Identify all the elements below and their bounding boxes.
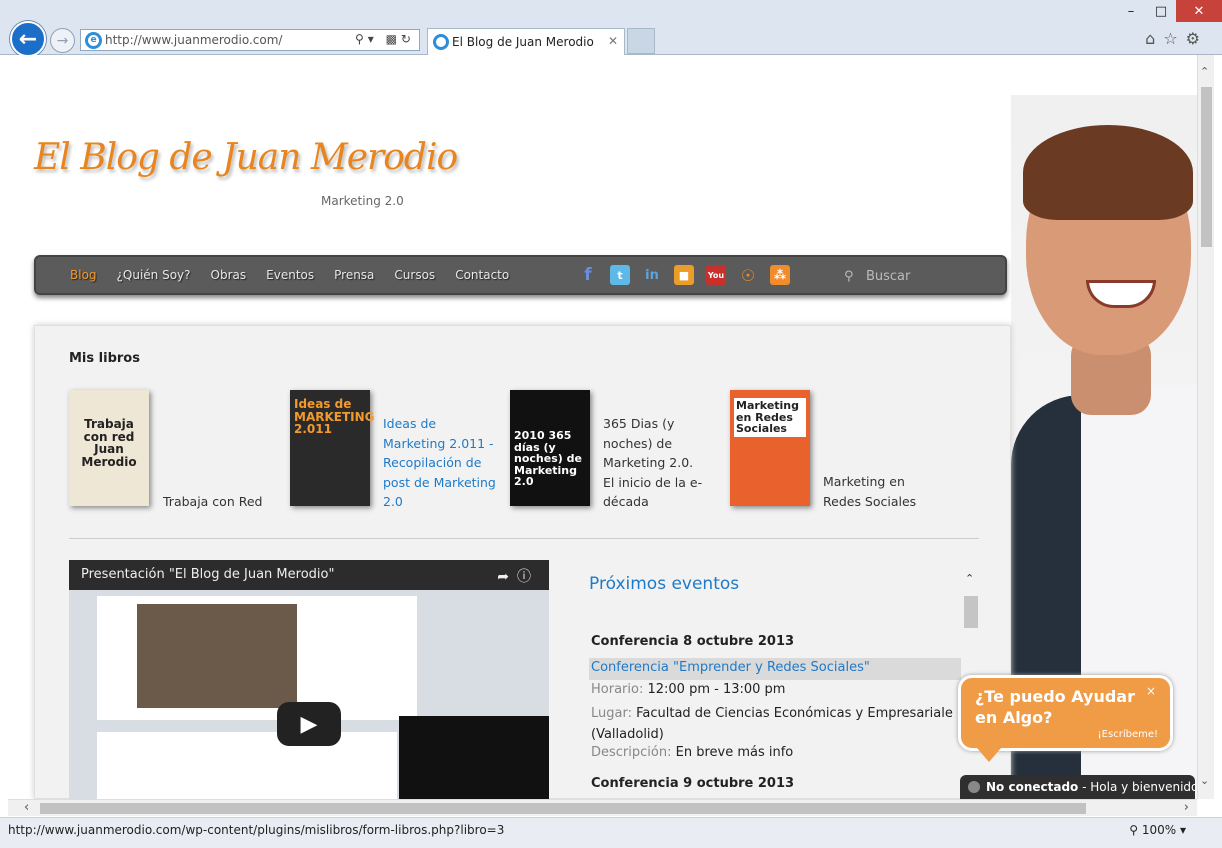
nav-item-quien-soy[interactable]: ¿Quién Soy? [117, 268, 191, 282]
social-links: f t in ■ You ☉ ⁂ [578, 265, 790, 285]
nav-item-contacto[interactable]: Contacto [455, 268, 509, 282]
video-title-bar: Presentación "El Blog de Juan Merodio" ➦… [69, 560, 549, 590]
search-box[interactable]: ⚲ Buscar [844, 269, 910, 284]
chevron-up-icon[interactable]: ⌃ [965, 572, 974, 585]
chat-bubble-text: ¿Te puedo Ayudar en Algo? [975, 687, 1135, 727]
window-controls: – □ ✕ [1116, 0, 1222, 22]
chat-status-label: No conectado [986, 780, 1079, 794]
vertical-scrollbar[interactable]: ⌃ ⌄ [1197, 55, 1214, 799]
nav-item-cursos[interactable]: Cursos [394, 268, 435, 282]
cover-text: Ideas de MARKETING 2.011 [294, 397, 375, 437]
address-bar[interactable]: e http://www.juanmerodio.com/ ⚲▾ ▩↻ [80, 29, 420, 51]
browser-window: ← → e http://www.juanmerodio.com/ ⚲▾ ▩↻ … [0, 0, 1222, 848]
content-panel: Mis libros Trabaja con red Juan Merodio … [34, 325, 1011, 799]
horario-label: Horario: [591, 682, 644, 697]
info-icon[interactable]: ⓘ [517, 569, 539, 585]
podcast-icon[interactable]: ☉ [738, 265, 758, 285]
events-panel: Próximos eventos Conferencia 8 octubre 2… [587, 560, 977, 799]
book-cover-trabaja-con-red[interactable]: Trabaja con red Juan Merodio [69, 390, 149, 506]
nav-item-prensa[interactable]: Prensa [334, 268, 374, 282]
chevron-up-icon[interactable]: ⌃ [1200, 65, 1209, 78]
book-title[interactable]: Marketing en Redes Sociales [823, 472, 923, 511]
video-player[interactable]: ▶ Presentación "El Blog de Juan Merodio"… [69, 560, 549, 799]
video-thumbnail: ▶ [69, 590, 549, 799]
maximize-button[interactable]: □ [1146, 0, 1176, 22]
chat-status-bar[interactable]: No conectado - Hola y bienvenido a [960, 775, 1195, 799]
chat-write-link[interactable]: ¡Escríbeme! [1098, 729, 1158, 740]
descripcion-label: Descripción: [591, 745, 672, 760]
event-title-link[interactable]: Conferencia "Emprender y Redes Sociales" [589, 658, 961, 680]
event-date: Conferencia 9 octubre 2013 [591, 776, 795, 791]
main-nav: Blog ¿Quién Soy? Obras Eventos Prensa Cu… [34, 255, 1007, 295]
book-title[interactable]: Trabaja con Red [163, 492, 281, 512]
close-tab-icon[interactable]: ✕ [608, 34, 618, 48]
chevron-down-icon[interactable]: ⌄ [1200, 774, 1209, 787]
divider [69, 538, 979, 539]
zoom-control[interactable]: ⚲ 100% ▾ [1129, 823, 1186, 837]
minimize-button[interactable]: – [1116, 0, 1146, 22]
play-button[interactable]: ▶ [277, 702, 341, 746]
favorites-icon[interactable]: ☆ [1163, 29, 1185, 48]
nav-item-eventos[interactable]: Eventos [266, 268, 314, 282]
close-icon[interactable]: × [1146, 684, 1156, 698]
twitter-icon[interactable]: t [610, 265, 630, 285]
browser-toolbar: ← → e http://www.juanmerodio.com/ ⚲▾ ▩↻ … [0, 0, 1222, 57]
chevron-left-icon[interactable]: ‹ [24, 800, 29, 815]
events-heading: Próximos eventos [589, 574, 740, 594]
book-title[interactable]: 365 Dias (y noches) de Marketing 2.0. El… [603, 414, 707, 512]
lugar-label: Lugar: [591, 706, 632, 721]
chat-status-text: - Hola y bienvenido a [1082, 780, 1195, 794]
event-place: Facultad de Ciencias Económicas y Empres… [591, 706, 953, 742]
chat-status-icon [968, 781, 980, 793]
books-heading: Mis libros [69, 351, 140, 366]
status-url: http://www.juanmerodio.com/wp-content/pl… [8, 823, 505, 837]
event-time: 12:00 pm - 13:00 pm [647, 682, 786, 697]
cover-text: 2010 365 días (y noches) de Marketing 2.… [514, 429, 582, 489]
ie-icon [433, 34, 449, 50]
facebook-icon[interactable]: f [578, 265, 598, 285]
home-icon[interactable]: ⌂ [1145, 29, 1163, 48]
tab-active[interactable]: El Blog de Juan Merodio ✕ [427, 28, 625, 55]
nav-item-blog[interactable]: Blog [70, 268, 97, 282]
new-tab-button[interactable] [627, 28, 655, 54]
linkedin-icon[interactable]: in [642, 265, 662, 285]
event-date: Conferencia 8 octubre 2013 [591, 634, 795, 649]
search-input[interactable]: Buscar [866, 269, 910, 284]
site-tagline: Marketing 2.0 [321, 194, 404, 208]
cover-text: Marketing en Redes Sociales [734, 398, 806, 437]
close-window-button[interactable]: ✕ [1176, 0, 1222, 22]
forward-button[interactable]: → [50, 28, 75, 53]
nav-item-obras[interactable]: Obras [211, 268, 247, 282]
chat-bubble[interactable]: ¿Te puedo Ayudar en Algo? × ¡Escríbeme! [958, 675, 1173, 762]
event-description: En breve más info [675, 745, 794, 760]
ie-icon: e [85, 32, 102, 49]
gear-icon[interactable]: ⚙ [1186, 29, 1208, 48]
search-icon: ⚲ [844, 269, 854, 284]
horizontal-scrollbar[interactable]: ‹ › [8, 799, 1197, 816]
book-cover-marketing-redes-sociales[interactable]: Marketing en Redes Sociales [730, 390, 810, 506]
tab-title: El Blog de Juan Merodio [452, 35, 594, 49]
youtube-icon[interactable]: You [706, 265, 726, 285]
share-icon[interactable]: ➦ [497, 569, 517, 585]
cover-text: Trabaja con red Juan Merodio [81, 417, 137, 469]
status-bar: http://www.juanmerodio.com/wp-content/pl… [0, 817, 1222, 848]
video-title[interactable]: Presentación "El Blog de Juan Merodio" [81, 567, 334, 582]
zoom-icon: ⚲ [1129, 823, 1139, 837]
book-cover-ideas-de-marketing[interactable]: Ideas de MARKETING 2.011 [290, 390, 375, 506]
back-button[interactable]: ← [10, 21, 46, 57]
rss-icon[interactable]: ⁂ [770, 265, 790, 285]
address-url: http://www.juanmerodio.com/ [105, 33, 283, 47]
toolbar-icons: ⌂☆⚙ [1145, 29, 1208, 48]
page-viewport: El Blog de Juan Merodio Marketing 2.0 Bl… [8, 55, 1197, 799]
book-cover-365-dias[interactable]: 2010 365 días (y noches) de Marketing 2.… [510, 390, 590, 506]
chevron-right-icon[interactable]: › [1184, 800, 1189, 815]
site-logo[interactable]: El Blog de Juan Merodio [34, 137, 458, 178]
stumbleupon-icon[interactable]: ■ [674, 265, 694, 285]
book-title[interactable]: Ideas de Marketing 2.011 - Recopilación … [383, 414, 501, 512]
address-tools[interactable]: ⚲▾ ▩↻ [355, 32, 415, 46]
